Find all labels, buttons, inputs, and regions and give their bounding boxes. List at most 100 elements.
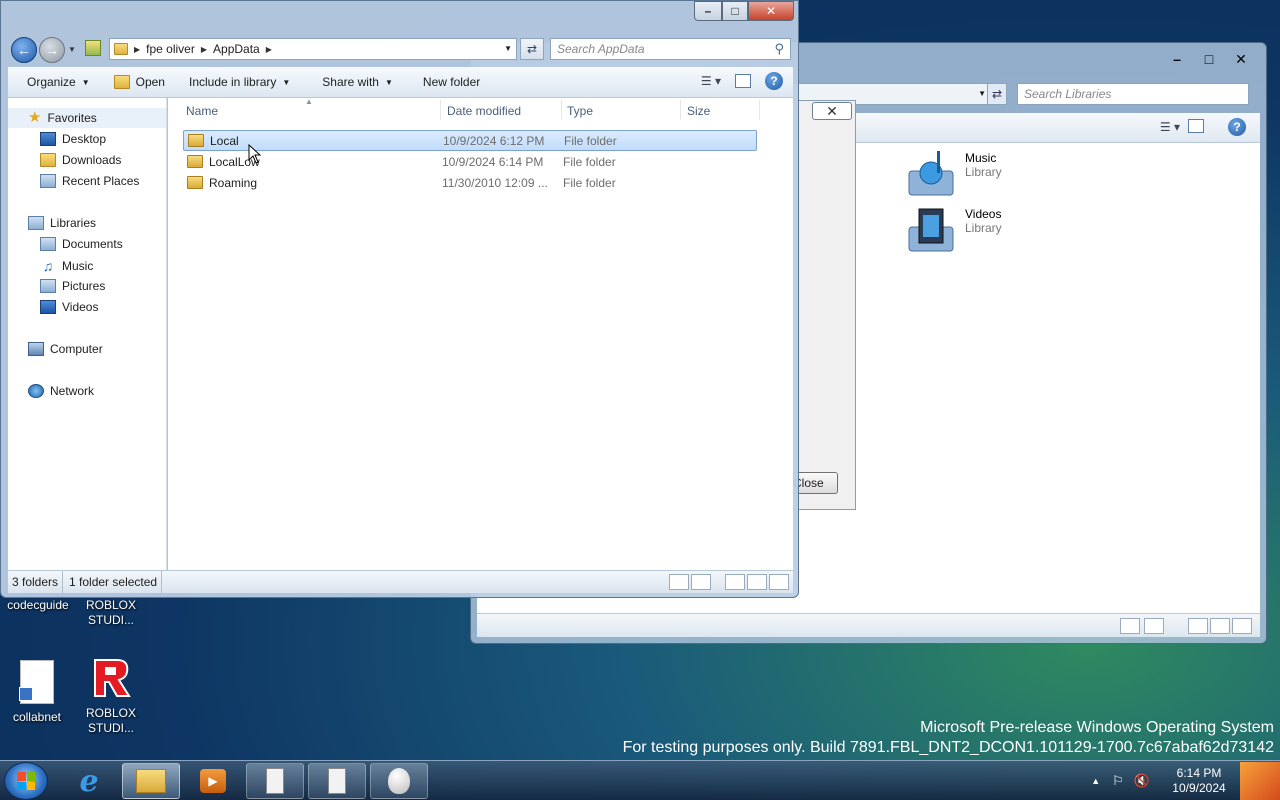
nav-videos[interactable]: Videos [8,300,98,314]
column-headers: ▲ Name Date modified Type Size [168,97,793,124]
search-input[interactable]: Search AppData ⚲ [550,38,791,60]
up-folder-icon[interactable] [85,40,101,56]
close-button[interactable]: ✕ [748,1,794,21]
library-music[interactable]: Music Library [907,151,1002,197]
open-folder-icon [113,75,130,89]
minimize-icon[interactable]: – [1162,48,1192,70]
explorer-window[interactable]: – □ ✕ ← → ▼ ▶ fpe oliver ▶ AppData ▶ ▼ ⇄… [0,0,799,598]
build-watermark: Microsoft Pre-release Windows Operating … [623,719,1274,757]
breadcrumb-arrow-icon[interactable]: ▶ [134,45,140,54]
minimize-button[interactable]: – [694,1,722,21]
dialog-close-icon[interactable]: ✕ [812,102,852,120]
status-bar: 3 folders 1 folder selected [8,570,793,593]
organize-button[interactable]: Organize ▼ [8,67,102,97]
nav-downloads[interactable]: Downloads [8,153,121,167]
start-button[interactable] [4,762,48,800]
search-input[interactable]: Search Libraries [1017,83,1249,105]
action-center-icon[interactable]: ⚐ [1112,773,1124,789]
forward-button[interactable]: → [39,37,65,63]
layout-icon[interactable] [1210,618,1230,634]
back-button[interactable]: ← [11,37,37,63]
address-bar[interactable]: ▶ fpe oliver ▶ AppData ▶ ▼ [109,38,517,60]
taskbar: e ▶ ▲ ⚐ 🔇 6:14 PM 10/9/2024 [0,760,1280,800]
volume-muted-icon[interactable]: 🔇 [1134,773,1150,789]
details-view-icon[interactable] [1120,618,1140,634]
column-type[interactable]: Type [567,104,593,118]
view-buttons [669,574,789,590]
file-date: 10/9/2024 6:12 PM [443,133,545,148]
preview-pane-icon[interactable] [735,74,751,88]
downloads-icon [40,153,56,167]
table-row[interactable]: Local 10/9/2024 6:12 PM File folder [183,130,757,151]
desktop-icon-codecguide[interactable]: codecguide [3,598,73,613]
layout-icon[interactable] [1232,618,1252,634]
column-date-modified[interactable]: Date modified [447,104,521,118]
nav-network[interactable]: Network [8,384,94,398]
maximize-button[interactable]: □ [722,1,748,21]
refresh-icon[interactable]: ⇄ [987,83,1007,105]
preview-pane-icon[interactable] [1188,119,1204,133]
nav-music[interactable]: ♫ Music [8,258,94,274]
layout-icon[interactable] [747,574,767,590]
libraries-icon [28,216,44,230]
details-view-icon[interactable] [669,574,689,590]
taskbar-window-3[interactable] [370,763,428,799]
breadcrumb-item[interactable]: AppData [213,42,260,56]
open-label: Open [135,75,165,89]
show-desktop-button[interactable] [1240,762,1280,800]
tiles-view-icon[interactable] [691,574,711,590]
show-hidden-icons-icon[interactable]: ▲ [1091,776,1100,786]
nav-desktop[interactable]: Desktop [8,132,106,146]
breadcrumb-item[interactable]: fpe oliver [146,42,195,56]
nav-label: Videos [62,300,99,314]
pictures-icon [40,279,56,293]
share-with-button[interactable]: Share with ▼ [302,67,405,97]
search-icon[interactable]: ⚲ [774,41,784,57]
views-icon[interactable]: ☰ ▾ [1160,120,1180,134]
layout-icon[interactable] [769,574,789,590]
close-icon[interactable]: ✕ [1226,48,1256,70]
open-button[interactable]: Open [102,67,177,97]
desktop-icon-collabnet[interactable]: collabnet [2,660,72,725]
table-row[interactable]: LocalLow 10/9/2024 6:14 PM File folder [183,151,757,172]
include-in-library-button[interactable]: Include in library ▼ [177,67,302,97]
new-folder-button[interactable]: New folder [405,67,492,97]
breadcrumb-arrow-icon[interactable]: ▶ [201,45,207,54]
column-size[interactable]: Size [687,104,710,118]
file-type: File folder [563,175,616,190]
taskbar-media-player[interactable]: ▶ [184,763,242,799]
nav-computer[interactable]: Computer [8,342,103,356]
caption-buttons: – □ ✕ [694,1,794,21]
nav-libraries[interactable]: Libraries [8,216,96,230]
taskbar-internet-explorer[interactable]: e [60,763,118,799]
layout-icon[interactable] [1188,618,1208,634]
breadcrumb-arrow-icon[interactable]: ▶ [266,45,272,54]
computer-icon [28,342,44,356]
chevron-down-icon[interactable]: ▼ [504,44,512,53]
desktop-icon-roblox-studio-1[interactable]: ROBLOX STUDI... [76,598,146,628]
change-view-icon[interactable]: ☰ ▾ [701,74,721,88]
share-with-label: Share with [322,75,379,89]
library-videos[interactable]: Videos Library [907,207,1002,253]
help-icon[interactable]: ? [1228,118,1246,136]
clock[interactable]: 6:14 PM 10/9/2024 [1164,766,1234,796]
folder-icon [114,43,128,55]
help-icon[interactable]: ? [765,72,783,90]
taskbar-window-1[interactable] [246,763,304,799]
nav-pictures[interactable]: Pictures [8,279,105,293]
column-name[interactable]: Name [186,104,218,118]
layout-icon[interactable] [725,574,745,590]
table-row[interactable]: Roaming 11/30/2010 12:09 ... File folder [183,172,757,193]
nav-favorites[interactable]: ★ Favorites [8,108,166,128]
nav-recent-places[interactable]: Recent Places [8,174,139,188]
refresh-button[interactable]: ⇄ [520,38,544,60]
tiles-view-icon[interactable] [1144,618,1164,634]
taskbar-window-2[interactable] [308,763,366,799]
nav-documents[interactable]: Documents [8,237,123,251]
maximize-icon[interactable]: □ [1194,48,1224,70]
desktop-icon-label: ROBLOX STUDI... [85,706,136,735]
recent-pages-icon[interactable]: ▼ [68,45,76,54]
chevron-down-icon: ▼ [282,77,291,87]
desktop-icon-roblox-studio-2[interactable]: ROBLOX STUDI... [76,656,146,736]
taskbar-windows-explorer[interactable] [122,763,180,799]
